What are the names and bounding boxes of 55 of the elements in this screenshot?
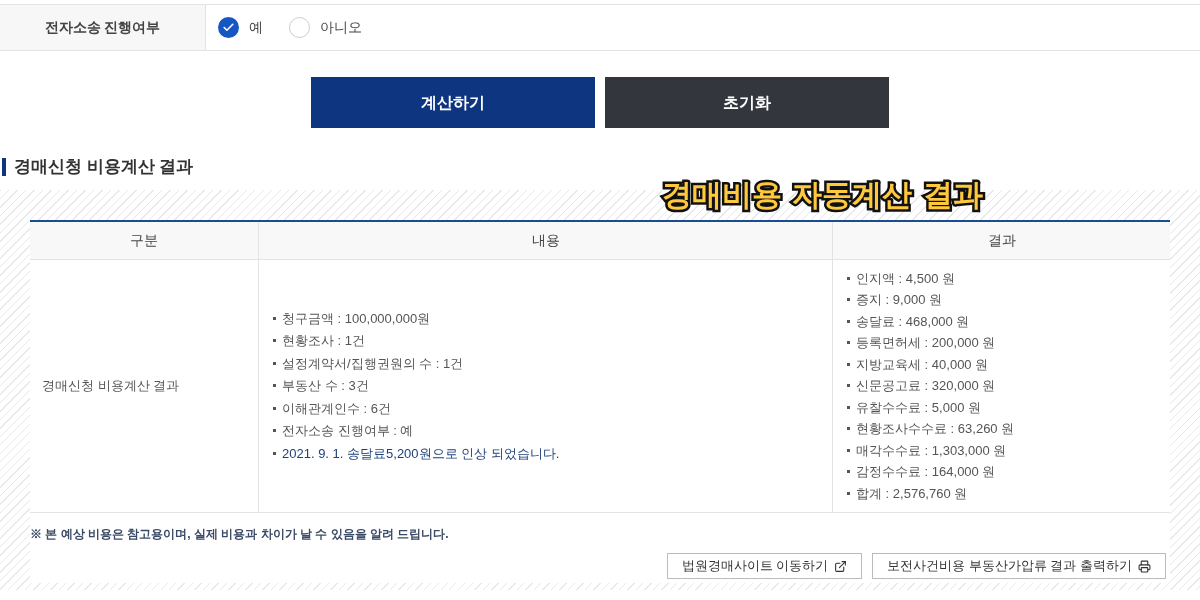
title-marker bbox=[2, 157, 6, 176]
radio-option[interactable]: 아니오 bbox=[289, 17, 362, 38]
bullet-icon bbox=[847, 319, 850, 323]
bullet-icon bbox=[847, 470, 850, 474]
bullet-icon bbox=[847, 362, 850, 366]
detail-item: 이해관계인수 : 6건 bbox=[282, 399, 392, 418]
bullet-icon bbox=[847, 448, 850, 452]
bullet-icon bbox=[847, 491, 850, 495]
result-item: 매각수수료 : 1,303,000 원 bbox=[856, 441, 1007, 460]
column-header: 내용 bbox=[259, 221, 833, 260]
result-item: 현황조사수수료 : 63,260 원 bbox=[856, 420, 1015, 438]
detail-item: 전자소송 진행여부 : 예 bbox=[282, 422, 414, 440]
result-item: 인지액 : 4,500 원 bbox=[856, 269, 955, 288]
result-item: 증지 : 9,000 원 bbox=[856, 291, 942, 309]
bullet-icon bbox=[847, 276, 850, 280]
external-link-icon bbox=[834, 559, 848, 573]
bullet-icon bbox=[273, 429, 276, 433]
form-label: 전자소송 진행여부 bbox=[0, 5, 206, 50]
detail-item: 청구금액 : 100,000,000원 bbox=[282, 309, 431, 328]
detail-item: 현황조사 : 1건 bbox=[282, 332, 366, 350]
court-site-link-button[interactable]: 법원경매사이트 이동하기 bbox=[666, 553, 863, 579]
bullet-icon bbox=[273, 339, 276, 343]
bullet-icon bbox=[847, 384, 850, 388]
radio-checked-icon[interactable] bbox=[218, 17, 239, 38]
result-item: 신문공고료 : 320,000 원 bbox=[856, 377, 996, 395]
result-item: 송달료 : 468,000 원 bbox=[856, 312, 970, 331]
detail-item: 부동산 수 : 3건 bbox=[282, 377, 369, 395]
print-button[interactable]: 보전사건비용 부동산가압류 결과 출력하기 bbox=[872, 553, 1166, 579]
result-item: 감정수수료 : 164,000 원 bbox=[856, 463, 996, 481]
bullet-icon bbox=[273, 316, 276, 320]
bullet-icon bbox=[847, 298, 850, 302]
result-item: 등록면허세 : 200,000 원 bbox=[856, 334, 996, 352]
calculate-button[interactable]: 계산하기 bbox=[311, 77, 595, 128]
radio-icon[interactable] bbox=[289, 17, 310, 38]
bullet-icon bbox=[847, 405, 850, 409]
printer-icon bbox=[1138, 559, 1151, 573]
disclaimer-note: ※ 본 예상 비용은 참고용이며, 실제 비용과 차이가 날 수 있음을 알려 드립니다. bbox=[30, 527, 449, 541]
result-item: 합계 : 2,576,760 원 bbox=[856, 484, 968, 503]
overlay-caption: 경매비용 자동계산 결과 bbox=[662, 175, 983, 214]
bullet-icon bbox=[847, 427, 850, 431]
reset-button[interactable]: 초기화 bbox=[605, 77, 889, 128]
table-cell-text: 경매신청 비용계산 결과 bbox=[42, 377, 180, 395]
bullet-icon bbox=[273, 451, 276, 455]
bullet-icon bbox=[273, 406, 276, 410]
bullet-icon bbox=[273, 384, 276, 388]
section-title: 경매신청 비용계산 결과 bbox=[14, 156, 194, 178]
result-item: 지방교육세 : 40,000 원 bbox=[856, 355, 989, 374]
radio-option[interactable]: 예 bbox=[218, 17, 263, 38]
detail-item: 2021. 9. 1. 송달료5,200원으로 인상 되었습니다. bbox=[282, 444, 560, 463]
column-header: 결과 bbox=[833, 221, 1170, 260]
bullet-icon bbox=[273, 361, 276, 365]
column-header: 구분 bbox=[30, 221, 259, 260]
detail-item: 설정계약서/집행권원의 수 : 1건 bbox=[282, 354, 464, 373]
bullet-icon bbox=[847, 341, 850, 345]
result-item: 유찰수수료 : 5,000 원 bbox=[856, 398, 981, 417]
